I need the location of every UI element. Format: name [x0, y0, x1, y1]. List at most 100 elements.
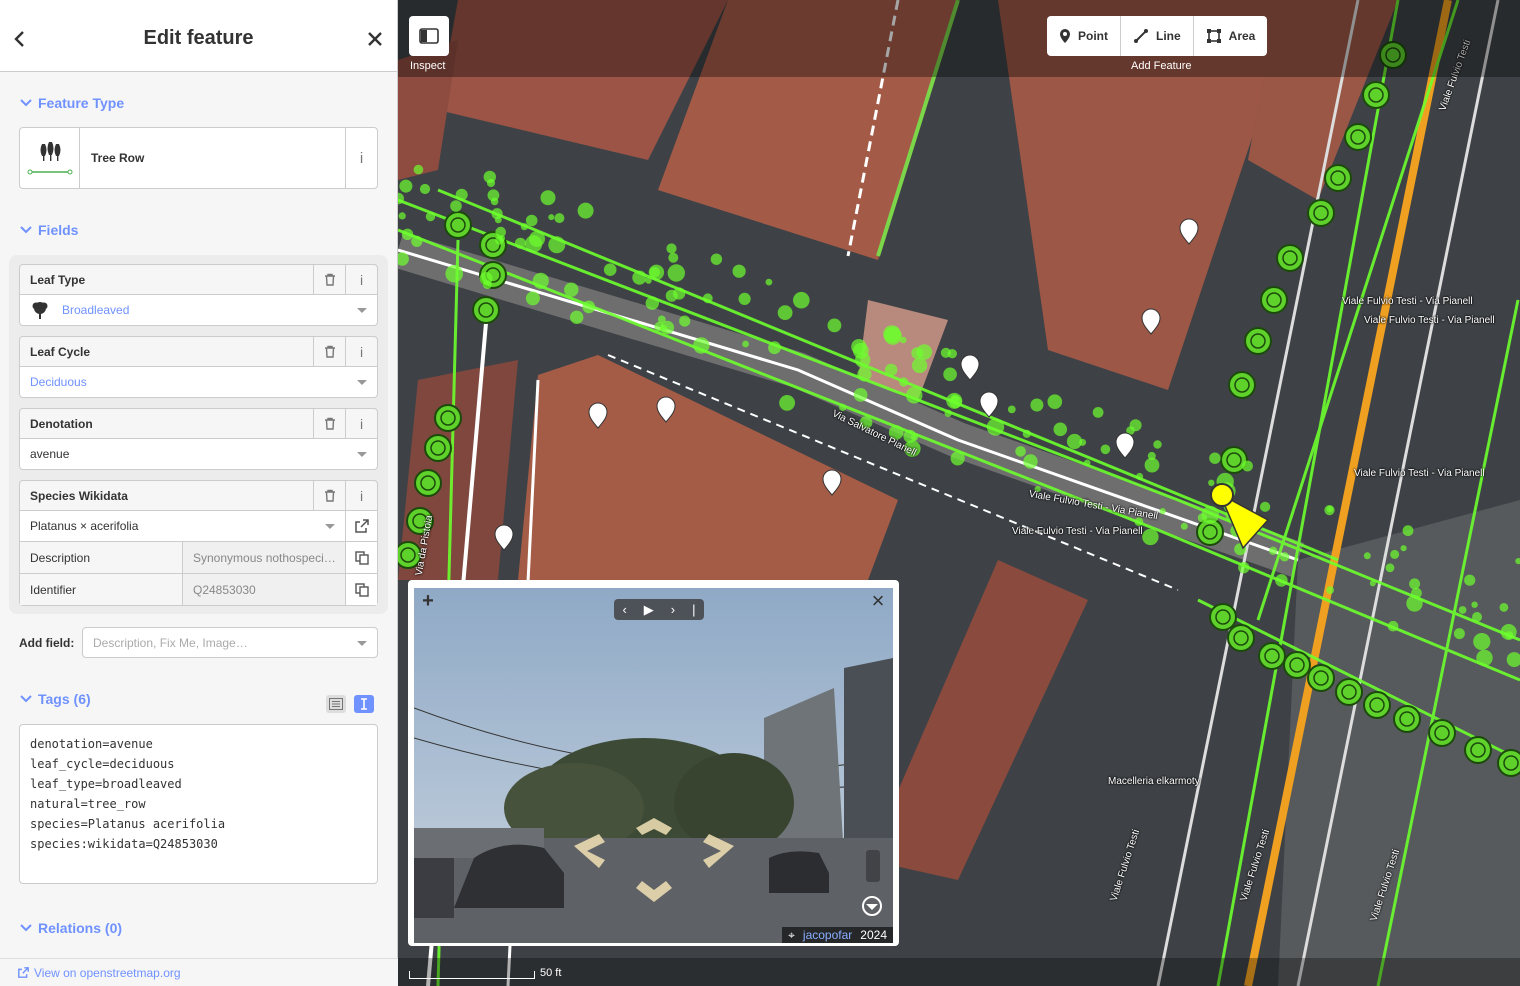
- add-line-button[interactable]: Line: [1121, 16, 1194, 56]
- tree-node[interactable]: [1428, 719, 1456, 747]
- tags-textarea[interactable]: denotation=avenue leaf_cycle=deciduous l…: [19, 724, 378, 884]
- play-icon[interactable]: ▶: [644, 602, 654, 618]
- leaf-cycle-combo[interactable]: Deciduous: [19, 367, 378, 398]
- tree-node[interactable]: [1307, 664, 1335, 692]
- tree-node[interactable]: [1283, 651, 1311, 679]
- tree-node[interactable]: [414, 469, 442, 497]
- species-identifier-row: Identifier Q24853030: [19, 574, 378, 606]
- dropdown-caret-icon[interactable]: [325, 524, 335, 529]
- tree-node[interactable]: [1464, 736, 1492, 764]
- tree-node[interactable]: [1335, 678, 1363, 706]
- tree-node[interactable]: [1362, 81, 1390, 109]
- trash-icon[interactable]: [313, 265, 345, 294]
- external-link-icon[interactable]: [345, 511, 377, 541]
- chevron-down-icon: [20, 226, 32, 234]
- info-icon[interactable]: i: [345, 265, 377, 294]
- street-label: Viale Fulvio Testi - Via Pianell: [1364, 315, 1495, 326]
- previous-icon[interactable]: ‹: [622, 602, 626, 617]
- tree-node[interactable]: [1258, 642, 1286, 670]
- leaf-type-combo[interactable]: Broadleaved: [19, 295, 378, 326]
- chevron-down-icon: [20, 924, 32, 932]
- feature-type-selector[interactable]: Tree Row i: [19, 127, 378, 189]
- street-label: Viale Fulvio Testi - Via Pianell: [1012, 526, 1143, 537]
- field-label: Leaf Cycle: [30, 344, 91, 359]
- section-feature-type-label: Feature Type: [38, 95, 125, 111]
- info-icon[interactable]: i: [345, 409, 377, 438]
- copy-icon[interactable]: [345, 574, 377, 605]
- broadleaved-tree-icon: [30, 300, 50, 320]
- tree-node[interactable]: [1260, 286, 1288, 314]
- chevron-down-icon: [20, 695, 32, 703]
- next-icon[interactable]: ›: [671, 602, 675, 617]
- section-tags-label: Tags (6): [38, 691, 91, 707]
- add-field-label: Add field:: [19, 635, 75, 650]
- add-feature-label: Add Feature: [1131, 60, 1192, 72]
- view-on-osm-link[interactable]: View on openstreetmap.org: [0, 958, 398, 986]
- area-icon: [1206, 29, 1221, 43]
- section-relations[interactable]: Relations (0): [20, 920, 122, 936]
- close-photo-button[interactable]: ×: [867, 588, 889, 613]
- external-link-icon: [18, 967, 29, 978]
- tree-node[interactable]: [434, 404, 462, 432]
- field-leaf-type: Leaf Type i Broadleaved: [19, 264, 378, 326]
- tree-node[interactable]: [1227, 624, 1255, 652]
- close-icon[interactable]: [363, 26, 387, 52]
- tree-node[interactable]: [1276, 244, 1304, 272]
- description-label: Description: [20, 542, 183, 573]
- pause-bar-icon[interactable]: |: [692, 602, 695, 617]
- tree-node[interactable]: [1307, 199, 1335, 227]
- sidebar: Edit feature Feature Type Tree Row i Fie…: [0, 0, 398, 986]
- tree-node[interactable]: [472, 296, 500, 324]
- field-label: Denotation: [30, 416, 93, 431]
- text-view-icon[interactable]: [354, 695, 374, 713]
- tree-node[interactable]: [1363, 691, 1391, 719]
- street-photo-viewer: + × ‹ ▶ › | ⌖ jacopofar 2024: [408, 580, 899, 946]
- map-canvas[interactable]: Viale Fulvio Testi - Via Pianell Viale F…: [398, 0, 1520, 986]
- trash-icon[interactable]: [313, 337, 345, 366]
- add-point-button[interactable]: Point: [1047, 16, 1121, 56]
- poi-label: Macelleria elkarmoty: [1108, 776, 1200, 787]
- copy-icon[interactable]: [345, 542, 377, 573]
- species-combo[interactable]: Platanus × acerifolia: [19, 511, 378, 542]
- trash-icon[interactable]: [313, 481, 345, 510]
- denotation-combo[interactable]: avenue: [19, 439, 378, 470]
- tree-node[interactable]: [424, 434, 452, 462]
- add-field-input[interactable]: Description, Fix Me, Image…: [82, 627, 378, 658]
- tree-node[interactable]: [1393, 705, 1421, 733]
- point-icon: [1060, 29, 1070, 43]
- inspect-toggle-button[interactable]: [409, 16, 449, 56]
- mode-label: Line: [1156, 29, 1181, 43]
- feature-type-info-button[interactable]: i: [345, 128, 377, 188]
- tree-node[interactable]: [1228, 371, 1256, 399]
- dropdown-caret-icon[interactable]: [357, 380, 367, 385]
- tree-node[interactable]: [1209, 603, 1237, 631]
- add-area-button[interactable]: Area: [1194, 16, 1268, 56]
- section-tags[interactable]: Tags (6): [20, 691, 91, 707]
- street-label: Viale Fulvio Testi - Via Pianell: [1342, 296, 1473, 307]
- expand-photo-button[interactable]: +: [417, 590, 439, 612]
- tree-node[interactable]: [1324, 164, 1352, 192]
- photo-user[interactable]: jacopofar: [803, 928, 852, 942]
- street-photo[interactable]: [414, 588, 893, 943]
- tree-node[interactable]: [1497, 749, 1520, 777]
- chevron-down-icon: [20, 99, 32, 107]
- panel-title: Edit feature: [143, 27, 254, 49]
- dropdown-caret-icon[interactable]: [357, 641, 367, 646]
- list-view-icon[interactable]: [326, 695, 346, 713]
- dropdown-caret-icon[interactable]: [357, 308, 367, 313]
- add-feature-modes: Point Line Area: [1047, 16, 1268, 56]
- species-description-row: Description Synonymous nothospeci…: [19, 542, 378, 574]
- section-fields[interactable]: Fields: [20, 222, 78, 238]
- tree-node[interactable]: [1244, 327, 1272, 355]
- leaf-cycle-value: Deciduous: [30, 375, 87, 389]
- info-icon[interactable]: i: [345, 481, 377, 510]
- section-feature-type[interactable]: Feature Type: [20, 95, 124, 111]
- field-denotation: Denotation i avenue: [19, 408, 378, 470]
- trash-icon[interactable]: [313, 409, 345, 438]
- dropdown-caret-icon[interactable]: [357, 452, 367, 457]
- camera-icon: ⌖: [788, 927, 795, 942]
- info-icon[interactable]: i: [345, 337, 377, 366]
- tree-node[interactable]: [444, 211, 472, 239]
- tree-node[interactable]: [1344, 123, 1372, 151]
- section-relations-label: Relations (0): [38, 920, 123, 936]
